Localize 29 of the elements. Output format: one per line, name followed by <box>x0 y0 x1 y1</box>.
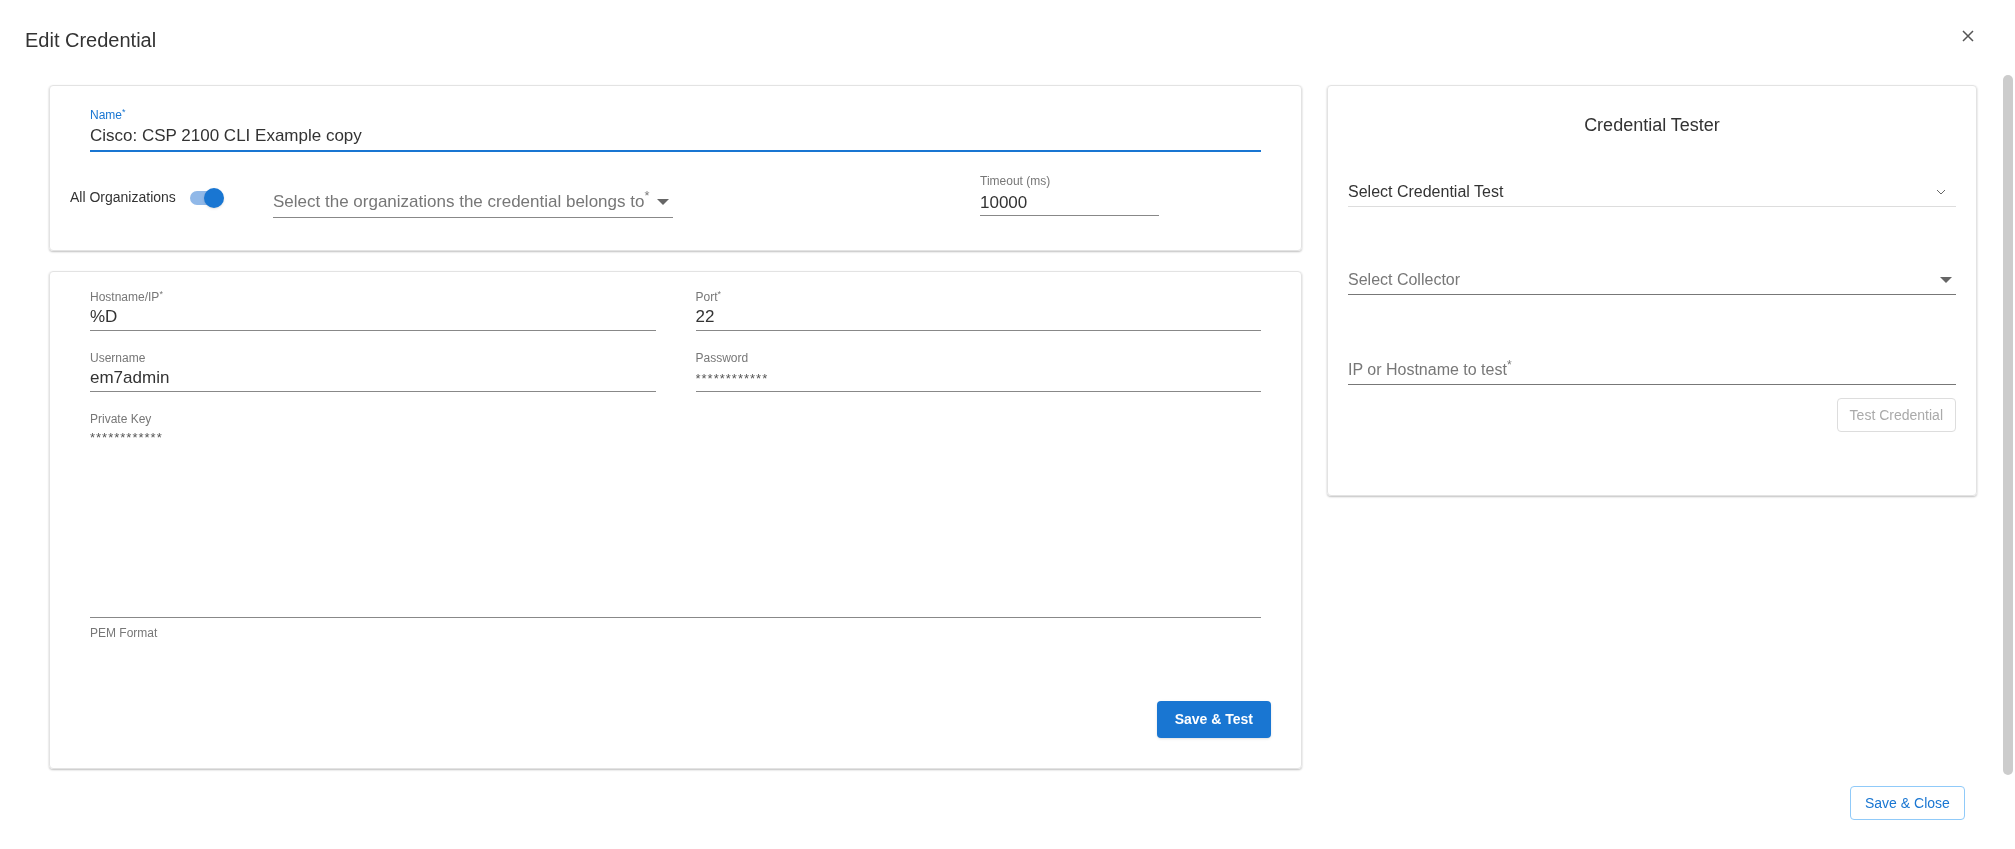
field-label: Username <box>90 350 147 365</box>
field-label: Port$^{*}$ <box>695 288 723 304</box>
toggle-label: All Organizations <box>70 188 177 207</box>
save-test-button[interactable]: Save & Test <box>1156 701 1271 738</box>
field-label: Timeout (ms) <box>980 173 1052 190</box>
chevron-down-icon <box>1936 188 1946 195</box>
caret-icon <box>1940 276 1952 283</box>
text-field[interactable]: %D <box>90 304 656 331</box>
field-label: Hostname/IP$^{*}$ <box>90 288 164 304</box>
scrollbar[interactable] <box>2003 75 2013 775</box>
field-label: Name$^{*}$ <box>90 106 127 122</box>
helper-text: PEM Format <box>90 625 159 642</box>
timeout-field[interactable]: 10000 <box>980 190 1159 216</box>
ip-hostname-field[interactable]: IP or Hostname to test$^{*}$ <box>1348 355 1956 385</box>
save-close-button[interactable]: Save & Close <box>1850 786 1965 820</box>
card-title: Credential Tester <box>1583 114 1721 137</box>
name-field[interactable]: Cisco: CSP 2100 CLI Example copy <box>90 122 1261 152</box>
organization-select[interactable]: Select the organizations the credential belongs to$^{*}$ <box>273 186 673 218</box>
credential-test-select[interactable]: Select Credential Test <box>1348 177 1956 207</box>
toggle-switch[interactable] <box>188 188 224 208</box>
collector-select[interactable]: Select Collector <box>1348 265 1956 295</box>
close-icon <box>1962 30 1974 42</box>
text-field[interactable]: em7admin <box>90 365 656 392</box>
caret-icon <box>657 198 669 205</box>
dialog-title: Edit Credential <box>25 28 157 53</box>
field-label: Private Key <box>90 411 153 426</box>
text-field[interactable]: 22 <box>695 304 1261 331</box>
field-label: Password <box>695 350 750 365</box>
password-field[interactable]: ************ <box>695 365 1261 392</box>
